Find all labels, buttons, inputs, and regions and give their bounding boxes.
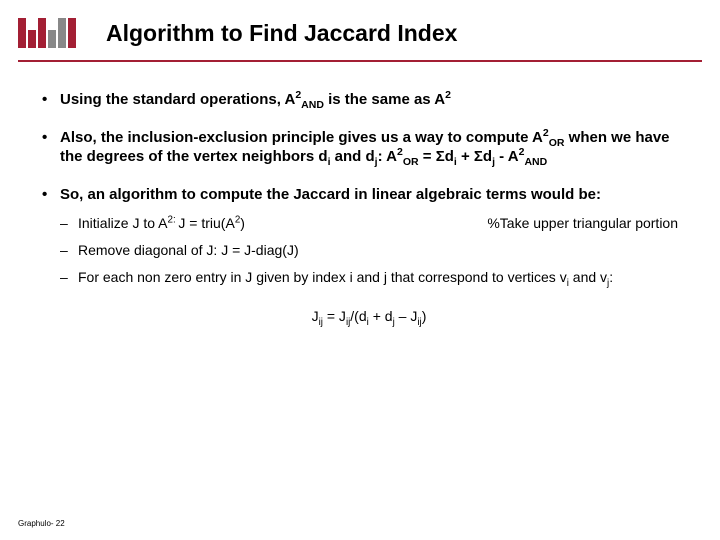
formula: Jij = Jij/(di + dj – Jij) xyxy=(60,307,678,325)
bullet-3: So, an algorithm to compute the Jaccard … xyxy=(42,185,678,325)
slide-title: Algorithm to Find Jaccard Index xyxy=(106,20,457,47)
step-2: Remove diagonal of J: J = J-diag(J) xyxy=(60,241,678,260)
mit-logo xyxy=(18,18,76,48)
bullet-1: Using the standard operations, A2AND is … xyxy=(42,90,678,110)
slide-content: Using the standard operations, A2AND is … xyxy=(0,62,720,325)
step-1: Initialize J to A2: J = triu(A2) %Take u… xyxy=(60,214,678,233)
step-3: For each non zero entry in J given by in… xyxy=(60,268,678,287)
step-1-comment: %Take upper triangular portion xyxy=(467,214,678,233)
slide-footer: Graphulo- 22 xyxy=(18,519,65,528)
bullet-2: Also, the inclusion-exclusion principle … xyxy=(42,128,678,167)
slide-header: Algorithm to Find Jaccard Index xyxy=(0,0,720,54)
